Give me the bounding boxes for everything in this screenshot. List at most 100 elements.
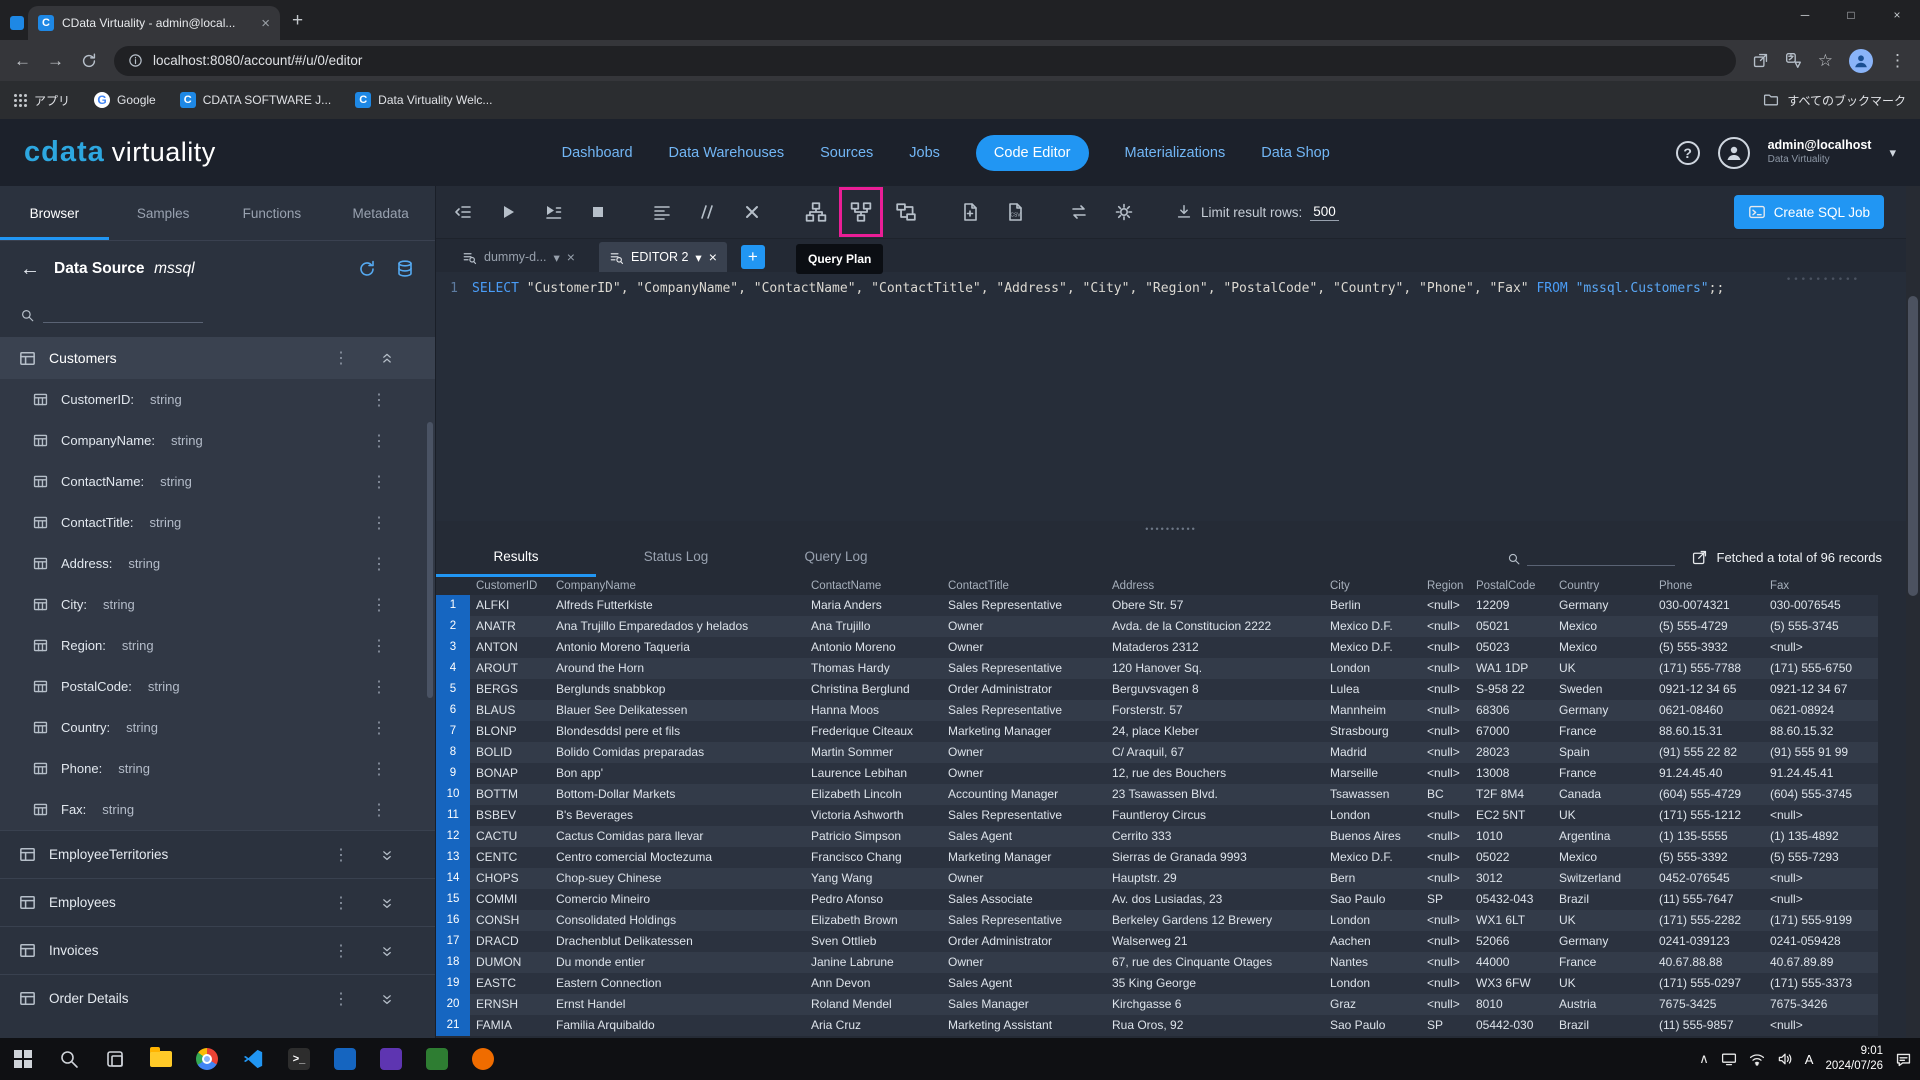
cell-contact-title[interactable]: Sales Agent: [942, 973, 1106, 994]
cell-company-name[interactable]: Blauer See Delikatessen: [550, 700, 805, 721]
cell-postal-code[interactable]: 05022: [1470, 847, 1553, 868]
cell-company-name[interactable]: Bolido Comidas preparadas: [550, 742, 805, 763]
window-close-button[interactable]: ×: [1874, 0, 1920, 30]
cell-phone[interactable]: (171) 555-7788: [1653, 658, 1764, 679]
file-explorer-icon[interactable]: [138, 1038, 184, 1080]
find-replace-icon[interactable]: [1062, 195, 1096, 229]
notification-center-icon[interactable]: [1895, 1051, 1912, 1068]
minimize-button[interactable]: ─: [1782, 0, 1828, 30]
cell-country[interactable]: Mexico: [1553, 847, 1653, 868]
column-menu-icon[interactable]: ⋮: [371, 759, 387, 779]
ime-indicator[interactable]: A: [1805, 1052, 1814, 1067]
cell-customer-id[interactable]: BOLID: [470, 742, 550, 763]
sidebar-scrollbar[interactable]: [426, 186, 434, 1038]
panel-splitter[interactable]: ••••••••••: [436, 521, 1906, 537]
cell-contact-title[interactable]: Marketing Assistant: [942, 1015, 1106, 1036]
cell-phone[interactable]: (171) 555-2282: [1653, 910, 1764, 931]
start-button[interactable]: [0, 1038, 46, 1080]
cell-region[interactable]: <null>: [1421, 679, 1470, 700]
column-header[interactable]: City: [1324, 577, 1421, 595]
app-green-icon[interactable]: [414, 1038, 460, 1080]
cell-city[interactable]: Madrid: [1324, 742, 1421, 763]
cell-address[interactable]: 12, rue des Bouchers: [1106, 763, 1324, 784]
cell-fax[interactable]: 40.67.89.89: [1764, 952, 1878, 973]
tab-samples[interactable]: Samples: [109, 186, 218, 240]
create-sql-job-button[interactable]: Create SQL Job: [1733, 195, 1884, 229]
nav-dashboard[interactable]: Dashboard: [562, 145, 633, 161]
table-row[interactable]: 3 ANTON Antonio Moreno Taqueria Antonio …: [436, 637, 1906, 658]
cell-phone[interactable]: (91) 555 22 82: [1653, 742, 1764, 763]
cell-city[interactable]: Mexico D.F.: [1324, 847, 1421, 868]
data-lineage-icon[interactable]: [889, 195, 923, 229]
column-header[interactable]: Phone: [1653, 577, 1764, 595]
cell-company-name[interactable]: Berglunds snabbkop: [550, 679, 805, 700]
bookmark-data-virtuality[interactable]: C Data Virtuality Welc...: [355, 92, 492, 108]
row-number[interactable]: 15: [436, 889, 470, 910]
cell-contact-name[interactable]: Hanna Moos: [805, 700, 942, 721]
cell-customer-id[interactable]: AROUT: [470, 658, 550, 679]
cell-address[interactable]: Cerrito 333: [1106, 826, 1324, 847]
column-header[interactable]: Region: [1421, 577, 1470, 595]
row-number[interactable]: 12: [436, 826, 470, 847]
cell-address[interactable]: Forsterstr. 57: [1106, 700, 1324, 721]
maximize-button[interactable]: □: [1828, 0, 1874, 30]
cell-city[interactable]: Sao Paulo: [1324, 889, 1421, 910]
row-number[interactable]: 13: [436, 847, 470, 868]
run-selection-icon[interactable]: [536, 195, 570, 229]
cell-company-name[interactable]: Eastern Connection: [550, 973, 805, 994]
cell-contact-name[interactable]: Patricio Simpson: [805, 826, 942, 847]
table-row[interactable]: 6 BLAUS Blauer See Delikatessen Hanna Mo…: [436, 700, 1906, 721]
column-header[interactable]: CompanyName: [550, 577, 805, 595]
row-number[interactable]: 5: [436, 679, 470, 700]
column-menu-icon[interactable]: ⋮: [371, 472, 387, 492]
app-violet-icon[interactable]: [368, 1038, 414, 1080]
cell-customer-id[interactable]: ANATR: [470, 616, 550, 637]
profile-avatar[interactable]: [1849, 48, 1873, 73]
refresh-source-icon[interactable]: [357, 259, 377, 279]
cell-company-name[interactable]: B's Beverages: [550, 805, 805, 826]
sidebar-column-row[interactable]: Country: string ⋮: [0, 707, 435, 748]
cell-region[interactable]: <null>: [1421, 826, 1470, 847]
back-arrow-icon[interactable]: ←: [20, 258, 40, 281]
tab-query-log[interactable]: Query Log: [756, 537, 916, 577]
cell-company-name[interactable]: Ernst Handel: [550, 994, 805, 1015]
sidebar-column-row[interactable]: Fax: string ⋮: [0, 789, 435, 830]
column-header[interactable]: Address: [1106, 577, 1324, 595]
cell-address[interactable]: 35 King George: [1106, 973, 1324, 994]
hide-editor-icon[interactable]: [446, 195, 480, 229]
cell-customer-id[interactable]: BSBEV: [470, 805, 550, 826]
cell-region[interactable]: <null>: [1421, 700, 1470, 721]
cell-postal-code[interactable]: 1010: [1470, 826, 1553, 847]
cell-fax[interactable]: (171) 555-3373: [1764, 973, 1878, 994]
tab-chevron-icon[interactable]: ▾: [554, 250, 560, 265]
table-row[interactable]: 18 DUMON Du monde entier Janine Labrune …: [436, 952, 1906, 973]
cell-phone[interactable]: 030-0074321: [1653, 595, 1764, 616]
cell-country[interactable]: Sweden: [1553, 679, 1653, 700]
column-menu-icon[interactable]: ⋮: [371, 595, 387, 615]
cell-fax[interactable]: (5) 555-7293: [1764, 847, 1878, 868]
cell-company-name[interactable]: Alfreds Futterkiste: [550, 595, 805, 616]
cell-region[interactable]: <null>: [1421, 868, 1470, 889]
cell-phone[interactable]: (5) 555-3392: [1653, 847, 1764, 868]
cell-fax[interactable]: 0921-12 34 67: [1764, 679, 1878, 700]
cell-postal-code[interactable]: 05442-030: [1470, 1015, 1553, 1036]
table-row[interactable]: 15 COMMI Comercio Mineiro Pedro Afonso S…: [436, 889, 1906, 910]
cell-address[interactable]: Mataderos 2312: [1106, 637, 1324, 658]
cell-contact-name[interactable]: Victoria Ashworth: [805, 805, 942, 826]
bookmark-star-icon[interactable]: ☆: [1818, 51, 1833, 71]
row-number[interactable]: 1: [436, 595, 470, 616]
task-view-icon[interactable]: [92, 1038, 138, 1080]
row-number[interactable]: 3: [436, 637, 470, 658]
cell-region[interactable]: <null>: [1421, 952, 1470, 973]
table-row[interactable]: 20 ERNSH Ernst Handel Roland Mendel Sale…: [436, 994, 1906, 1015]
cell-customer-id[interactable]: ANTON: [470, 637, 550, 658]
cell-contact-name[interactable]: Francisco Chang: [805, 847, 942, 868]
row-number[interactable]: 21: [436, 1015, 470, 1036]
sidebar-column-row[interactable]: PostalCode: string ⋮: [0, 666, 435, 707]
tab-close-icon[interactable]: ×: [261, 15, 270, 32]
cell-contact-name[interactable]: Janine Labrune: [805, 952, 942, 973]
cell-postal-code[interactable]: 05432-043: [1470, 889, 1553, 910]
cell-fax[interactable]: (91) 555 91 99: [1764, 742, 1878, 763]
app-blue-icon[interactable]: [322, 1038, 368, 1080]
nav-jobs[interactable]: Jobs: [909, 145, 940, 161]
